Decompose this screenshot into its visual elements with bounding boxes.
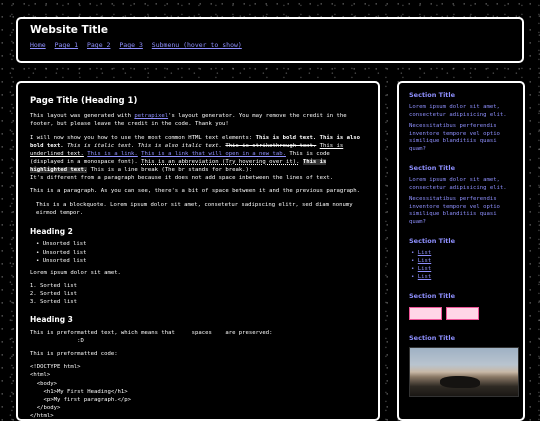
section-title: Section Title <box>409 237 456 246</box>
list-item: Unsorted list <box>36 257 366 265</box>
list-item: Sorted list <box>40 282 366 290</box>
sidebar-section: Section Title <box>409 333 519 397</box>
code-block: <!DOCTYPE html> <html> <body> <h1>My Fir… <box>30 364 132 420</box>
list-item[interactable]: List <box>411 266 513 274</box>
blockquote: This is a blockquote. Lorem ipsum dolor … <box>36 202 353 217</box>
main-content: Page Title (Heading 1) This layout was g… <box>16 81 380 421</box>
section-title: Section Title <box>409 291 456 300</box>
site-title: Website Title <box>30 24 108 36</box>
lorem-paragraph: Lorem ipsum dolor sit amet. <box>30 269 121 276</box>
credit-link[interactable]: petrapixel <box>134 113 168 119</box>
list-item: List <box>411 274 513 282</box>
strikethrough-text: This is strikethrough text. <box>225 142 317 149</box>
badge-image[interactable] <box>446 306 479 320</box>
landscape-image <box>409 346 519 397</box>
badges <box>409 306 513 320</box>
list-item: Unsorted list <box>36 249 366 257</box>
sidebar-section: Section Title <box>409 292 513 320</box>
nav-page3-link[interactable]: Page 3 <box>119 41 142 49</box>
section-text: Lorem ipsum dolor sit amet, consectetur … <box>409 104 507 118</box>
sidebar-section: Section Title List List List List <box>409 237 513 281</box>
new-tab-link[interactable]: This is a link that will open in a new t… <box>141 151 286 157</box>
section-title: Section Title <box>409 333 456 342</box>
site-header: Website Title Home Page 1 Page 2 Page 3 … <box>16 17 524 63</box>
bold-text: This is bold text. <box>255 134 317 141</box>
italic-text-2: This is also italic text. <box>134 142 222 149</box>
section-text: Lorem ipsum dolor sit amet, consectetur … <box>409 177 507 191</box>
section-title: Section Title <box>409 164 456 173</box>
italic-text: This is italic text. <box>67 142 135 149</box>
heading-3: Heading 3 <box>30 315 73 325</box>
list-item: Sorted list <box>40 298 366 306</box>
page-title: Page Title (Heading 1) <box>30 96 138 106</box>
sidebar: Section Title Lorem ipsum dolor sit amet… <box>397 81 525 421</box>
sorted-list: Sorted list Sorted list Sorted list <box>30 282 366 306</box>
nav-home-link[interactable]: Home <box>30 41 46 49</box>
nav-submenu-link[interactable]: Submenu (hover to show) <box>152 41 242 49</box>
list-item: Sorted list <box>40 290 366 298</box>
section-text: Necessitatibus perferendis inventore tem… <box>409 195 500 226</box>
list-item: List <box>411 258 513 266</box>
paragraph: This is a paragraph. As you can see, the… <box>30 188 361 195</box>
example-link[interactable]: This is a link. <box>87 151 138 157</box>
heading-2: Heading 2 <box>30 226 73 236</box>
list-item: List <box>411 250 513 258</box>
text-elements-paragraph: I will now show you how to use the most … <box>30 134 361 182</box>
unsorted-list: Unsorted list Unsorted list Unsorted lis… <box>30 240 366 264</box>
nav-page2-link[interactable]: Page 2 <box>87 41 110 49</box>
list-item: Unsorted list <box>36 240 366 248</box>
abbreviation-text[interactable]: This is an abbreviation (Try hovering ov… <box>141 159 299 165</box>
section-text: Necessitatibus perferendis inventore tem… <box>409 122 500 153</box>
intro-paragraph: This layout was generated with petrapixe… <box>30 113 347 128</box>
badge-image[interactable] <box>409 306 442 320</box>
preformatted-code-label: This is preformatted code: <box>30 351 118 358</box>
preformatted-text: This is preformatted text, which means t… <box>30 330 273 345</box>
sidebar-section: Section Title Lorem ipsum dolor sit amet… <box>409 91 513 154</box>
sidebar-list: List List List List <box>409 250 513 281</box>
section-title: Section Title <box>409 91 456 99</box>
sidebar-section: Section Title Lorem ipsum dolor sit amet… <box>409 164 513 227</box>
main-nav: Home Page 1 Page 2 Page 3 Submenu (hover… <box>30 41 510 49</box>
nav-page1-link[interactable]: Page 1 <box>55 41 78 49</box>
